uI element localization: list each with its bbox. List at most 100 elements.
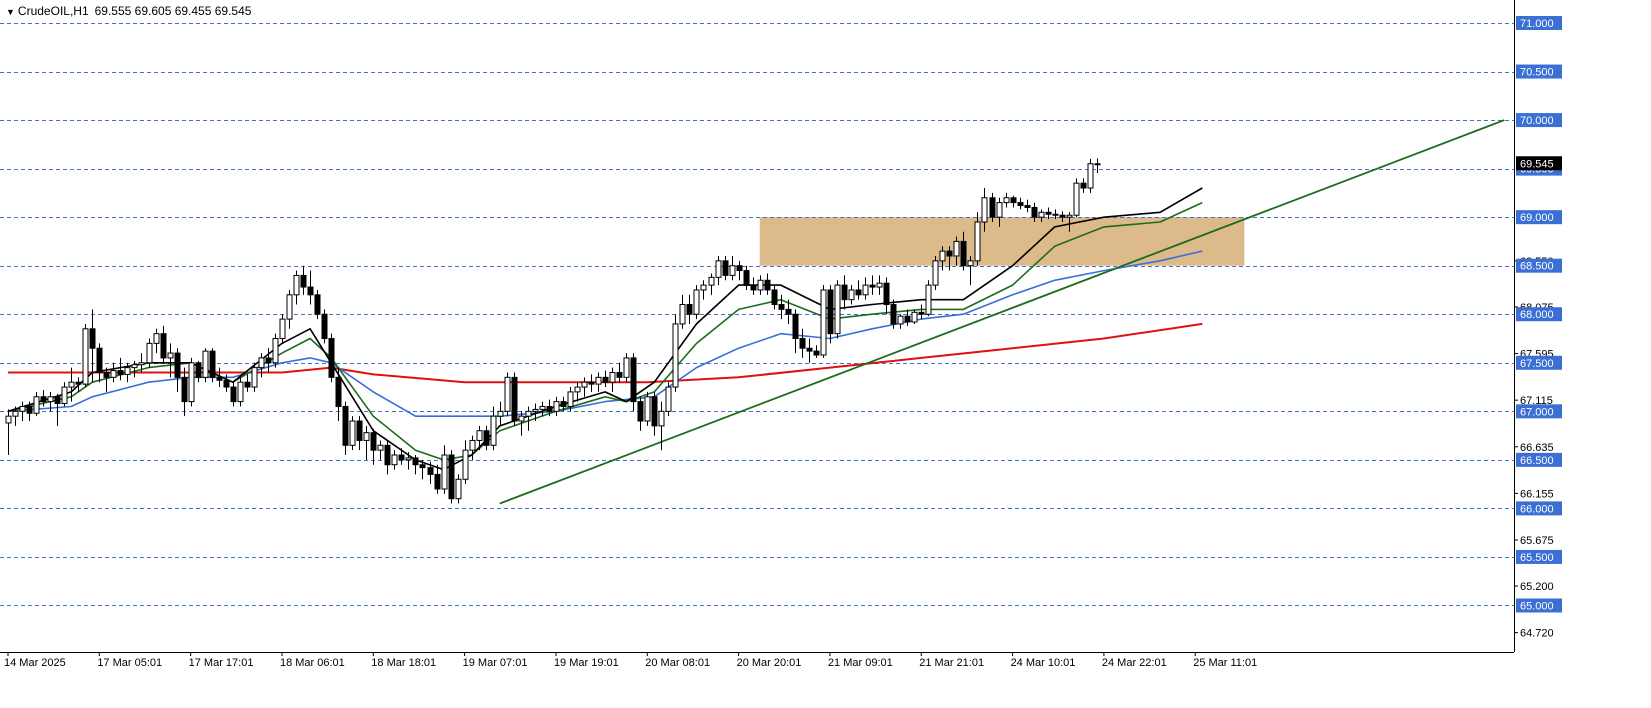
candle-body <box>686 304 693 315</box>
candle-body <box>644 396 651 422</box>
candle-body <box>546 405 553 412</box>
candle <box>799 328 806 358</box>
candle-body <box>532 408 539 412</box>
candle-body <box>518 415 525 422</box>
candle-body <box>1052 213 1059 216</box>
candle-body <box>434 473 441 490</box>
candle <box>764 273 771 295</box>
candle <box>181 367 188 417</box>
candle-body <box>525 410 532 417</box>
candle-body <box>117 370 124 375</box>
candle <box>258 353 265 378</box>
collapse-triangle-icon[interactable]: ▼ <box>6 7 15 17</box>
candle-body <box>293 274 300 296</box>
candle-body <box>595 376 602 385</box>
candle-body <box>679 304 686 325</box>
candle <box>363 425 370 460</box>
candle <box>54 393 61 426</box>
candle-body <box>462 449 469 480</box>
candle <box>174 348 181 392</box>
price-level-label: 69.000 <box>1520 212 1554 224</box>
candle-body <box>630 357 637 403</box>
candle-body <box>855 289 862 296</box>
candle <box>342 401 349 456</box>
candle-body <box>946 250 953 257</box>
candle-body <box>820 289 827 356</box>
candle-body <box>736 265 743 272</box>
candle-body <box>160 333 167 359</box>
candle <box>356 416 363 451</box>
candle-body <box>967 260 974 267</box>
candle <box>110 362 117 383</box>
candle-body <box>131 364 138 369</box>
candle <box>869 275 876 295</box>
candle-body <box>792 313 799 340</box>
candle-body <box>279 318 286 340</box>
candle <box>160 325 167 363</box>
candle-body <box>1017 202 1024 207</box>
candle-body <box>455 478 462 500</box>
candle-body <box>981 197 988 223</box>
time-tick-label: 21 Mar 21:01 <box>919 657 984 669</box>
candle-body <box>841 284 848 301</box>
candle <box>883 277 890 315</box>
candle-body <box>328 338 335 378</box>
candle-body <box>412 457 419 466</box>
candle-body <box>904 315 911 323</box>
candle-body <box>743 270 750 286</box>
candle <box>778 294 785 320</box>
candle <box>672 314 679 392</box>
candle-body <box>391 454 398 466</box>
candle <box>328 333 335 383</box>
candle <box>644 391 651 426</box>
candle-body <box>511 376 518 422</box>
candle-body <box>483 430 490 446</box>
candle-body <box>370 432 377 451</box>
candle <box>216 367 223 388</box>
candle-body <box>5 415 12 424</box>
candle-body <box>862 284 869 296</box>
candle <box>272 333 279 368</box>
candle <box>757 275 764 295</box>
candle-body <box>848 289 855 301</box>
candle <box>967 255 974 286</box>
support-trendline[interactable] <box>499 119 1505 505</box>
price-chart[interactable]: 68.55068.07567.59567.11566.63566.15565.6… <box>0 0 1651 708</box>
candle-body <box>925 284 932 315</box>
candle <box>665 382 672 417</box>
candle <box>1073 178 1080 218</box>
candle <box>602 370 609 388</box>
candle <box>904 309 911 326</box>
candle-body <box>89 328 96 349</box>
candle <box>5 409 12 456</box>
candle-body <box>813 350 820 356</box>
candle <box>209 348 216 383</box>
price-level-label: 70.000 <box>1520 115 1554 127</box>
candle <box>897 314 904 329</box>
candle-body <box>314 294 321 315</box>
price-level-label: 67.000 <box>1520 406 1554 418</box>
candle-body <box>441 454 448 490</box>
candle-body <box>700 284 707 291</box>
candle-body <box>890 304 897 325</box>
candle <box>188 357 195 407</box>
candle <box>202 348 209 383</box>
candle <box>932 255 939 290</box>
candle-body <box>251 367 258 388</box>
candle <box>279 314 286 344</box>
candle-body <box>504 376 511 412</box>
candle <box>715 255 722 286</box>
candle <box>462 440 469 485</box>
current-price-label: 69.545 <box>1520 158 1554 170</box>
candle-body <box>1059 214 1066 218</box>
candle <box>244 374 251 392</box>
candle-body <box>377 444 384 451</box>
price-tick-label: 66.155 <box>1520 488 1554 500</box>
candle <box>490 406 497 451</box>
candle <box>82 323 89 388</box>
candle <box>384 440 391 475</box>
candle-body <box>588 381 595 385</box>
candle <box>511 372 518 426</box>
time-tick-label: 19 Mar 07:01 <box>463 657 528 669</box>
price-level-label: 68.000 <box>1520 309 1554 321</box>
